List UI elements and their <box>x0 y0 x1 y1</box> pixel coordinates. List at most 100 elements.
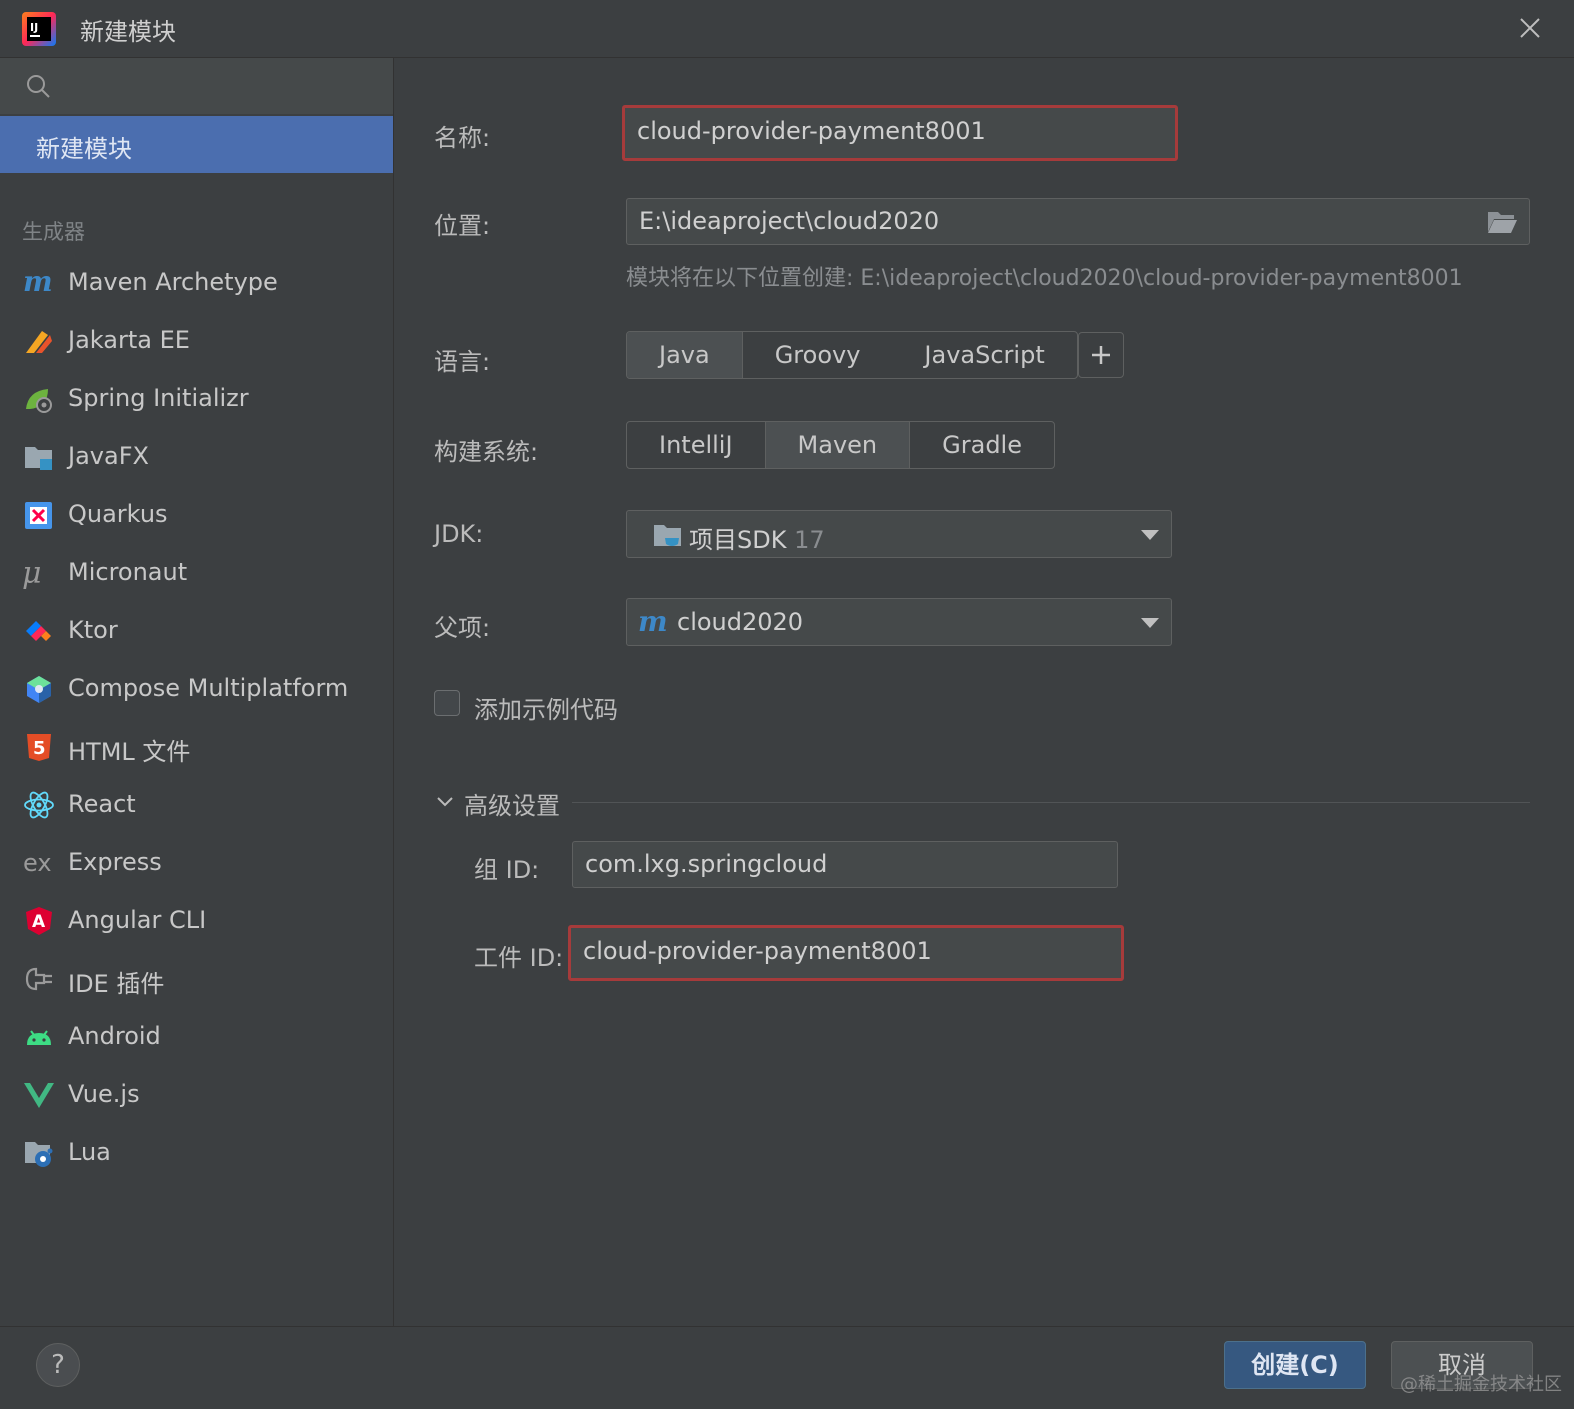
ktor-icon <box>26 621 51 641</box>
generator-jakarta-ee[interactable]: Jakarta EE <box>0 316 393 366</box>
generator-label: Ktor <box>68 616 118 644</box>
generator-html-file[interactable]: 5 HTML 文件 <box>0 722 393 772</box>
title-bar: IJ 新建模块 <box>0 0 1574 58</box>
group-id-label: 组 ID: <box>474 856 540 884</box>
html5-icon: 5 <box>27 734 51 761</box>
help-button[interactable]: ? <box>36 1343 80 1387</box>
watermark: @稀土掘金技术社区 <box>1400 1374 1562 1395</box>
jdk-version: 17 <box>794 526 825 554</box>
artifact-id-label: 工件 ID: <box>474 944 564 972</box>
chevron-down-icon <box>1141 618 1159 628</box>
generator-label: Quarkus <box>68 500 168 528</box>
build-option-gradle[interactable]: Gradle <box>910 422 1054 468</box>
name-field[interactable]: cloud-provider-payment8001 <box>622 105 1178 161</box>
window-title: 新建模块 <box>80 18 176 46</box>
maven-icon: m <box>23 267 53 298</box>
close-icon[interactable] <box>1516 14 1544 42</box>
maven-icon: m <box>638 607 668 638</box>
intellij-idea-icon: IJ <box>22 12 56 46</box>
generator-label: HTML 文件 <box>68 738 191 766</box>
generator-compose-multiplatform[interactable]: Compose Multiplatform <box>0 664 393 714</box>
generator-react[interactable]: React <box>0 780 393 830</box>
plus-icon <box>1092 346 1110 364</box>
micronaut-icon: μ <box>22 557 42 589</box>
generator-quarkus[interactable]: Quarkus <box>0 490 393 540</box>
artifact-id-field[interactable]: cloud-provider-payment8001 <box>568 925 1124 981</box>
generator-label: React <box>68 790 136 818</box>
generator-express[interactable]: ex Express <box>0 838 393 888</box>
sidebar-item-new-module[interactable]: 新建模块 <box>0 116 393 173</box>
jdk-value: 项目SDK 17 <box>689 526 825 554</box>
folder-open-icon[interactable] <box>1486 208 1518 236</box>
react-icon <box>24 791 54 819</box>
svg-text:m: m <box>23 267 53 298</box>
language-selector: Java Groovy JavaScript <box>626 331 1078 379</box>
add-language-button[interactable] <box>1078 332 1124 378</box>
sdk-folder-icon <box>654 525 681 546</box>
generator-maven-archetype[interactable]: m Maven Archetype <box>0 258 393 308</box>
generator-ide-plugin[interactable]: IDE 插件 <box>0 954 393 1004</box>
language-label: 语言: <box>434 348 491 376</box>
plugin-icon <box>25 967 52 991</box>
location-hint: 模块将在以下位置创建: E:\ideaproject\cloud2020\clo… <box>626 266 1463 291</box>
parent-label: 父项: <box>434 614 491 642</box>
language-option-javascript[interactable]: JavaScript <box>892 332 1076 378</box>
generator-android[interactable]: Android <box>0 1012 393 1062</box>
build-option-maven[interactable]: Maven <box>764 422 911 468</box>
generator-label: Angular CLI <box>68 906 207 934</box>
search-row <box>0 58 393 114</box>
language-option-groovy[interactable]: Groovy <box>743 332 893 378</box>
build-system-selector: IntelliJ Maven Gradle <box>626 421 1055 469</box>
jdk-dropdown[interactable]: 项目SDK 17 <box>626 510 1172 558</box>
chevron-down-icon[interactable] <box>434 790 456 812</box>
generator-angular-cli[interactable]: A Angular CLI <box>0 896 393 946</box>
angular-icon: A <box>26 907 52 935</box>
svg-text:μ: μ <box>22 557 42 589</box>
generator-label: Maven Archetype <box>68 268 278 296</box>
location-field[interactable]: E:\ideaproject\cloud2020 <box>626 198 1530 245</box>
dialog-footer: ? 创建(C) 取消 <box>0 1326 1574 1409</box>
chevron-down-icon <box>1141 530 1159 540</box>
group-id-field[interactable]: com.lxg.springcloud <box>572 841 1118 888</box>
generator-ktor[interactable]: Ktor <box>0 606 393 656</box>
location-value: E:\ideaproject\cloud2020 <box>639 207 940 235</box>
generator-label: Micronaut <box>68 558 188 586</box>
search-icon <box>27 75 50 98</box>
generator-vue-js[interactable]: Vue.js <box>0 1070 393 1120</box>
generator-label: IDE 插件 <box>68 970 165 998</box>
create-button[interactable]: 创建(C) <box>1224 1341 1366 1389</box>
compose-icon <box>27 676 51 703</box>
svg-text:A: A <box>32 912 46 932</box>
sample-code-label: 添加示例代码 <box>474 696 618 724</box>
generator-spring-initializr[interactable]: Spring Initializr <box>0 374 393 424</box>
vue-icon <box>24 1083 54 1108</box>
generator-lua[interactable]: Lua <box>0 1128 393 1178</box>
build-system-label: 构建系统: <box>434 438 539 466</box>
express-icon: ex <box>23 849 52 877</box>
lua-icon <box>25 1142 53 1167</box>
language-option-java[interactable]: Java <box>627 332 743 378</box>
javafx-icon <box>25 447 52 470</box>
generator-label: Express <box>68 848 162 876</box>
new-module-form: 名称: cloud-provider-payment8001 位置: E:\id… <box>394 58 1574 1326</box>
generator-label: Jakarta EE <box>68 326 190 354</box>
sidebar: 新建模块 生成器 m Maven Archetype Jakarta EE Sp… <box>0 58 394 1326</box>
sample-code-checkbox[interactable] <box>434 690 460 716</box>
build-option-intellij[interactable]: IntelliJ <box>627 422 765 468</box>
spring-icon <box>26 389 52 413</box>
parent-dropdown[interactable]: m cloud2020 <box>626 598 1172 646</box>
name-label: 名称: <box>434 124 491 152</box>
generator-javafx[interactable]: JavaFX <box>0 432 393 482</box>
generator-label: Compose Multiplatform <box>68 674 349 702</box>
svg-text:5: 5 <box>33 738 46 759</box>
generator-label: Lua <box>68 1138 111 1166</box>
advanced-settings-toggle[interactable]: 高级设置 <box>464 786 560 821</box>
sidebar-item-label: 新建模块 <box>36 135 132 163</box>
quarkus-icon <box>25 502 52 529</box>
section-divider <box>572 802 1530 803</box>
generator-label: JavaFX <box>68 442 149 470</box>
search-input[interactable] <box>62 66 376 108</box>
generator-micronaut[interactable]: μ Micronaut <box>0 548 393 598</box>
parent-value: cloud2020 <box>677 608 804 636</box>
svg-text:m: m <box>638 607 668 638</box>
